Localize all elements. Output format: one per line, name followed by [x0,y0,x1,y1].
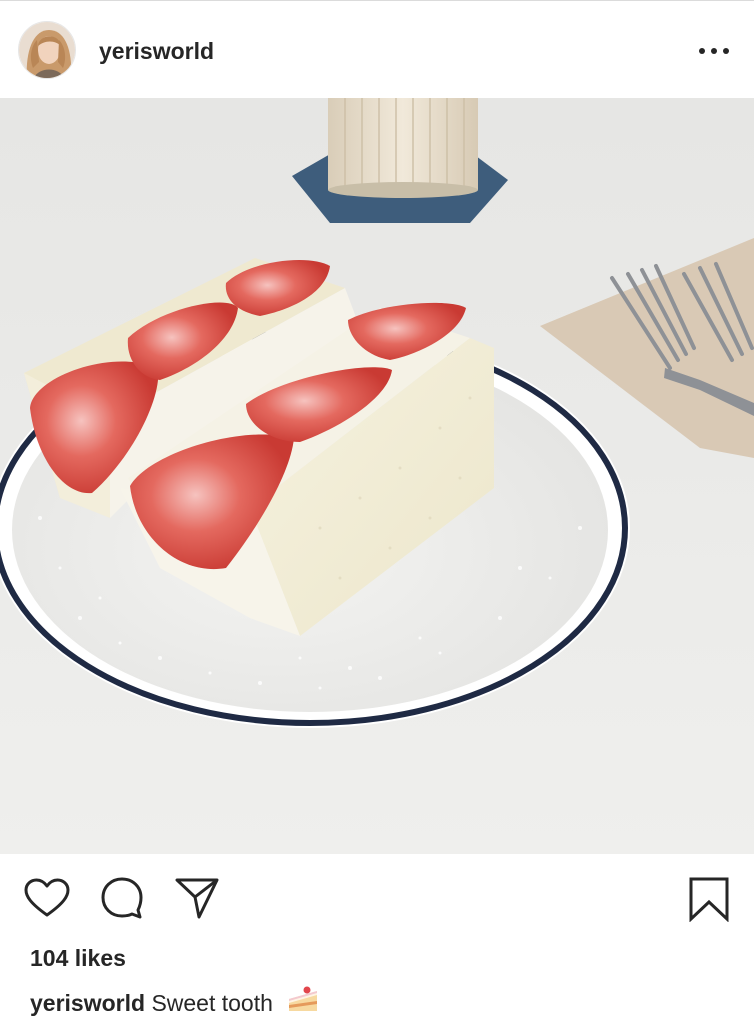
post-username[interactable]: yerisworld [99,37,214,65]
more-options-icon[interactable] [694,39,734,63]
comment-icon[interactable] [100,876,144,925]
caption-username[interactable]: yerisworld [30,990,145,1016]
post-header: yerisworld [0,0,754,98]
cake-slice-icon [287,985,319,1021]
post-caption: yerisworld Sweet tooth [30,985,319,1021]
bookmark-icon[interactable] [688,876,730,927]
post-photo[interactable] [0,98,754,854]
share-icon[interactable] [174,876,220,925]
avatar[interactable] [18,21,76,79]
caption-text: Sweet tooth [151,990,273,1016]
heart-icon[interactable] [24,878,70,923]
likes-count[interactable]: 104 likes [30,944,126,972]
post-actions [0,854,754,944]
